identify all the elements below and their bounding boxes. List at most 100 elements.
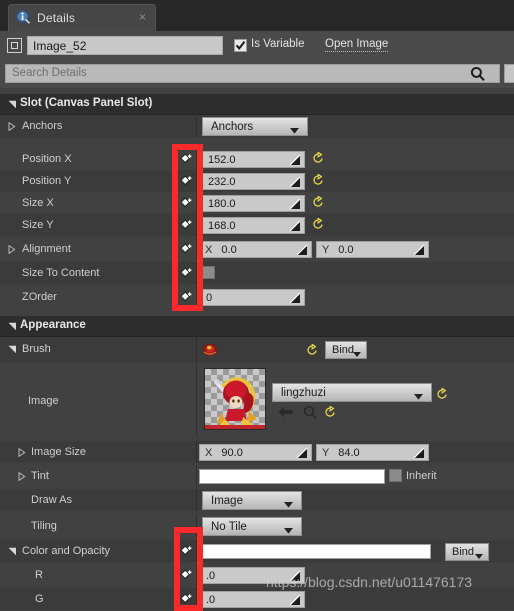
color-g-value: .0 [206,594,216,606]
size-x-value: 180.0 [208,198,236,210]
details-info-icon [16,10,31,25]
spinner-icon[interactable] [289,220,301,234]
chevron-down-icon [414,391,423,403]
spinner-icon[interactable] [289,198,301,212]
row-label: Position Y [22,175,72,187]
tint-color-swatch[interactable] [199,469,385,484]
bind-pin-icon[interactable] [180,196,193,209]
expander-triangle-icon[interactable] [18,471,26,484]
column-divider [196,489,197,511]
spinner-icon[interactable] [289,154,301,168]
position-x-value: 152.0 [208,154,236,166]
reset-to-default-icon[interactable] [313,173,324,188]
column-divider [196,262,197,284]
tiling-value: No Tile [211,521,247,533]
section-title: Appearance [20,319,86,331]
chevron-down-icon [475,550,483,562]
image-size-x-input[interactable]: X 90.0 [199,444,312,461]
reset-to-default-icon[interactable] [313,195,324,210]
bind-pin-icon[interactable] [180,290,193,303]
image-size-y-input[interactable]: Y 84.0 [316,444,429,461]
row-color-and-opacity: Color and Opacity Bind [0,540,514,562]
row-color-g: G .0 [0,588,514,610]
size-x-input[interactable]: 180.0 [202,195,305,212]
spinner-icon[interactable] [296,244,308,258]
section-header-slot[interactable]: Slot (Canvas Panel Slot) [0,94,514,115]
row-tiling: Tiling No Tile [0,515,514,537]
brush-bind-button[interactable]: Bind [325,341,367,359]
expander-triangle-icon[interactable] [8,244,16,257]
close-icon[interactable]: × [139,11,146,24]
tint-inherit-label: Inherit [406,470,437,482]
chevron-down-icon [353,348,361,360]
color-g-input[interactable]: .0 [200,591,305,608]
spinner-icon[interactable] [289,292,301,306]
tab-strip: Details × [0,0,514,31]
image-thumbnail[interactable] [204,368,266,430]
bind-pin-icon[interactable] [180,544,193,557]
spinner-icon[interactable] [289,594,301,608]
bind-pin-icon[interactable] [180,266,193,279]
object-name-input[interactable]: Image_52 [27,36,223,55]
section-title: Slot (Canvas Panel Slot) [20,97,153,109]
anchors-dropdown[interactable]: Anchors [202,117,308,136]
size-to-content-checkbox[interactable] [202,266,215,279]
image-asset-value: lingzhuzi [281,387,326,399]
row-image-size: Image Size X 90.0 Y 84.0 [0,441,514,463]
bind-pin-icon[interactable] [180,174,193,187]
spinner-icon[interactable] [413,447,425,461]
brush-preview-icon [201,342,219,357]
bind-pin-icon[interactable] [180,242,193,255]
details-panel: Details × Image_52 Is Variable Open Imag… [0,0,514,611]
section-header-appearance[interactable]: Appearance [0,316,514,337]
position-x-input[interactable]: 152.0 [202,151,305,168]
column-divider [196,214,197,236]
image-size-y-axis-label: Y [322,447,330,459]
reset-to-default-icon[interactable] [437,387,448,402]
browse-back-icon[interactable] [277,405,294,422]
bind-pin-icon[interactable] [180,568,193,581]
draw-as-value: Image [211,495,243,507]
reset-to-default-icon[interactable] [313,151,324,166]
spinner-icon[interactable] [296,447,308,461]
reset-to-default-icon[interactable] [307,343,318,358]
alignment-y-axis-label: Y [322,244,330,256]
tab-details[interactable]: Details × [8,4,156,31]
size-y-input[interactable]: 168.0 [202,217,305,234]
spinner-icon[interactable] [289,176,301,190]
thumbnail-accent-bar [205,425,265,429]
expander-triangle-icon[interactable] [8,121,16,134]
zorder-input[interactable]: 0 [200,289,305,306]
image-size-y-value: 84.0 [338,447,360,459]
bind-pin-icon[interactable] [180,218,193,231]
color-and-opacity-swatch[interactable] [199,544,431,559]
tab-label: Details [37,11,76,25]
reset-to-default-icon[interactable] [313,217,324,232]
search-input[interactable]: Search Details [5,64,500,83]
search-icon[interactable] [470,66,486,85]
row-zorder: ZOrder 0 [0,286,514,308]
search-options-button[interactable] [504,64,514,83]
image-asset-dropdown[interactable]: lingzhuzi [272,383,432,402]
widget-icon [7,38,22,53]
open-image-link[interactable]: Open Image [325,38,389,52]
alignment-x-value: 0.0 [221,244,237,256]
color-bind-button[interactable]: Bind [445,543,489,561]
tiling-dropdown[interactable]: No Tile [202,517,302,536]
tint-inherit-checkbox[interactable] [389,469,402,482]
bind-pin-icon[interactable] [180,592,193,605]
reset-to-default-icon[interactable] [325,405,336,420]
alignment-y-input[interactable]: Y 0.0 [316,241,429,258]
expander-triangle-icon[interactable] [8,345,17,357]
expander-triangle-icon[interactable] [18,447,26,460]
is-variable-checkbox[interactable] [234,39,247,52]
expander-triangle-icon[interactable] [8,547,17,559]
position-y-input[interactable]: 232.0 [202,173,305,190]
browse-search-icon[interactable] [303,405,318,423]
chevron-down-icon [284,525,293,537]
bind-pin-icon[interactable] [180,152,193,165]
row-label: Image Size [31,446,87,458]
spinner-icon[interactable] [413,244,425,258]
alignment-x-input[interactable]: X 0.0 [199,241,312,258]
draw-as-dropdown[interactable]: Image [202,491,302,510]
